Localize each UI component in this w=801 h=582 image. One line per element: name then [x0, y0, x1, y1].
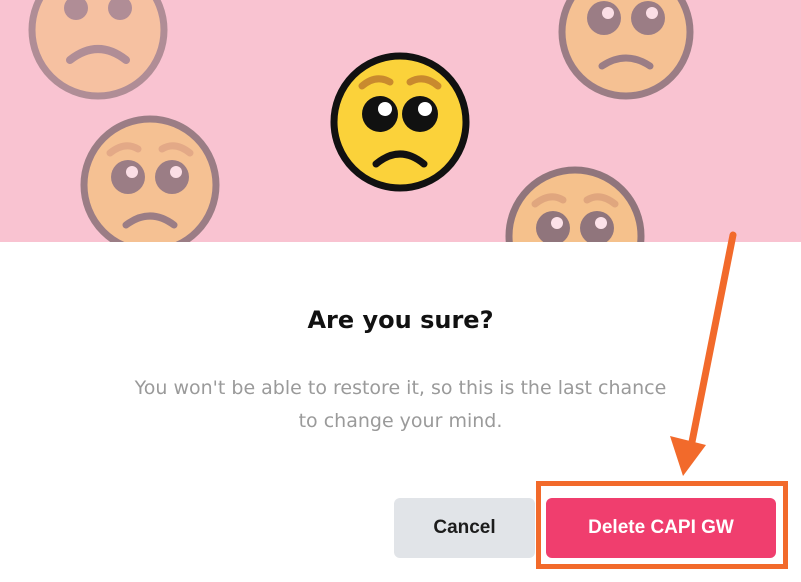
dialog-message-line: to change your mind. [298, 410, 503, 432]
dialog-message-line: You won't be able to restore it, so this… [134, 377, 667, 399]
pleading-face-icon [505, 166, 645, 242]
sad-emoji-banner [0, 0, 801, 242]
annotation-highlight-box [536, 481, 788, 569]
pleading-face-icon [330, 52, 470, 192]
sad-face-icon [28, 0, 168, 100]
pleading-face-icon [558, 0, 694, 100]
dialog-title: Are you sure? [307, 306, 494, 334]
cancel-button[interactable]: Cancel [394, 498, 535, 558]
pleading-face-icon [80, 115, 220, 242]
dialog-message: You won't be able to restore it, so this… [100, 372, 701, 438]
